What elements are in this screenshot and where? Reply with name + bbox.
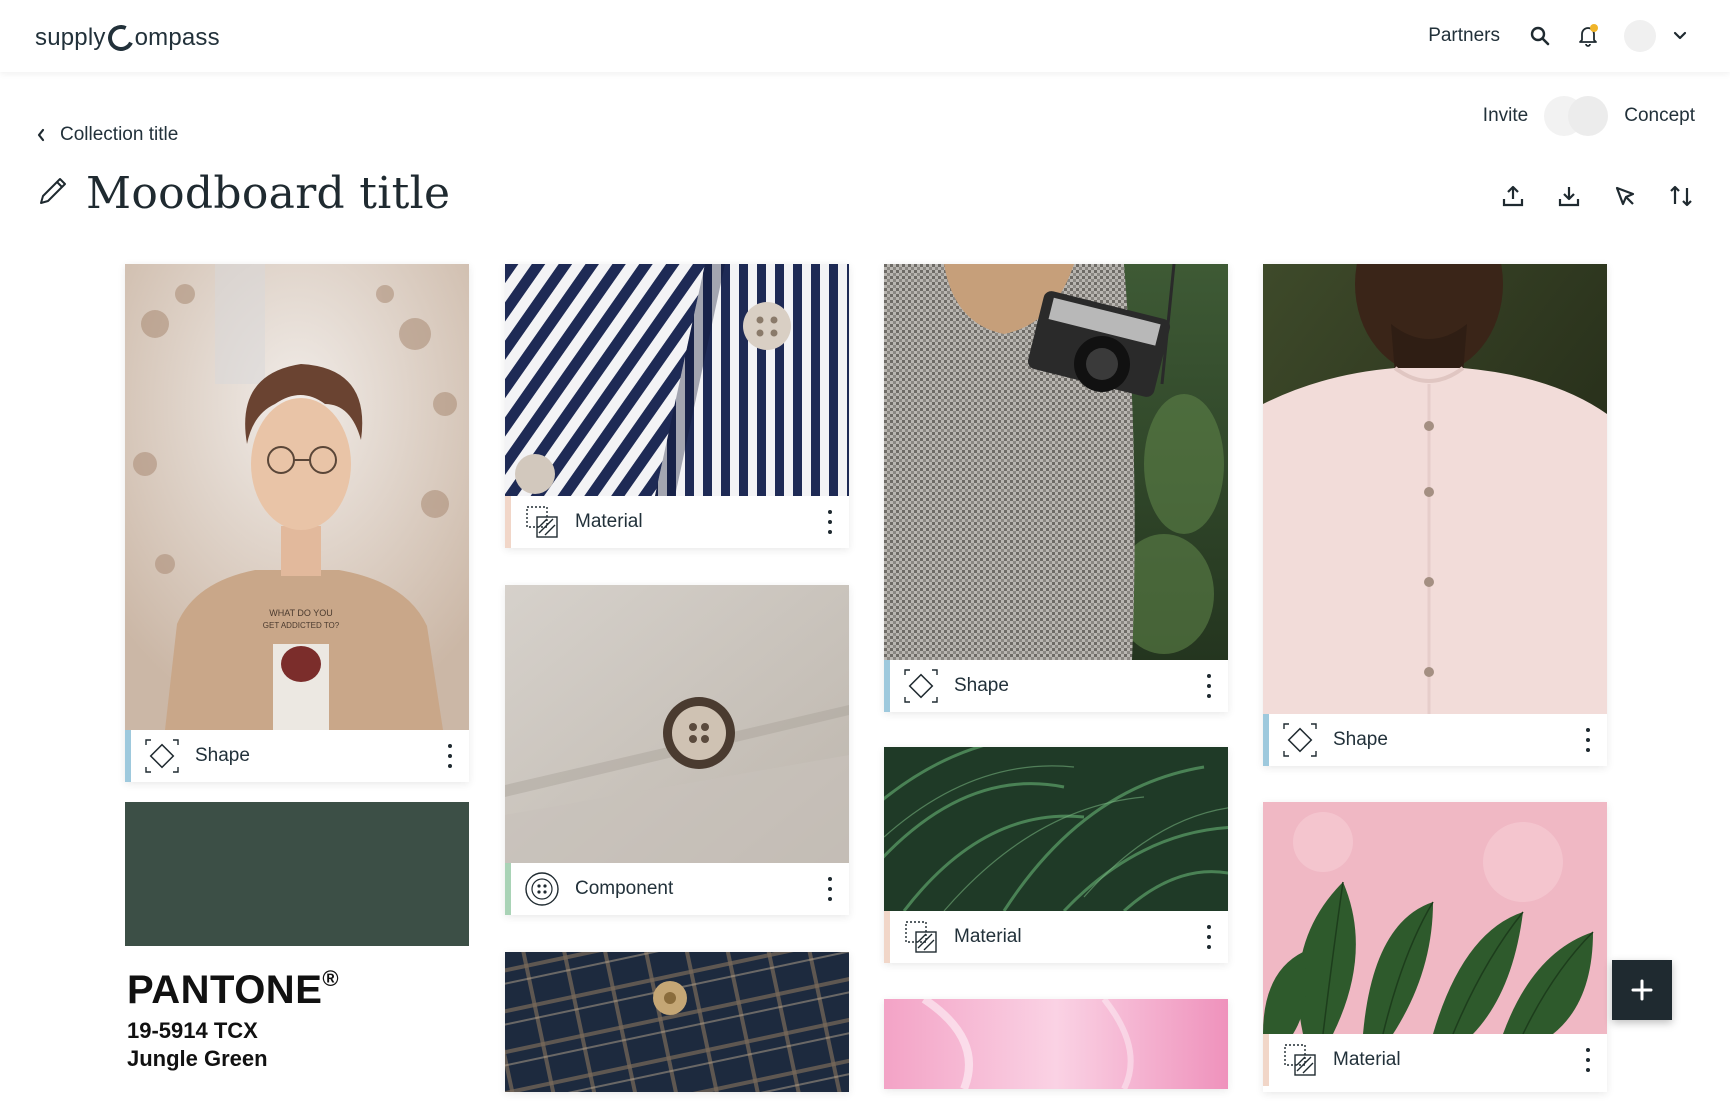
avatar[interactable] [1624,20,1656,52]
page-title[interactable]: Moodboard title [86,168,450,219]
moodboard-card-material-palm[interactable]: Material [884,747,1228,963]
card-type-accent [505,863,511,915]
search-icon[interactable] [1528,24,1552,48]
card-type-label: Material [575,511,643,532]
pantone-brand: PANTONE® [127,966,340,1012]
card-more-options-icon[interactable] [825,508,835,536]
title-row: Moodboard title [36,168,450,219]
material-icon [902,918,940,956]
card-type-label: Shape [954,675,1009,696]
partners-link[interactable]: Partners [1428,25,1500,47]
card-more-options-icon[interactable] [445,742,455,770]
cursor-select-icon[interactable] [1611,182,1639,210]
chevron-left-icon [37,128,45,142]
card-image-boy-tshirt[interactable]: WHAT DO YOU GET ADDICTED TO? [125,264,469,730]
shirt-print-line1: WHAT DO YOU [269,608,333,618]
card-type-accent [125,730,131,782]
shape-icon [143,737,181,775]
card-type-accent [505,496,511,548]
collaborator-avatars[interactable] [1544,96,1609,136]
pantone-name: Jungle Green [127,1046,268,1071]
moodboard-card-shape-camera[interactable]: Shape [884,264,1228,712]
pantone-swatch [125,802,469,946]
concept-button[interactable]: Concept [1624,105,1695,127]
moodboard-card-plaid[interactable] [505,952,849,1092]
card-image-plant-pink-wall[interactable] [1263,802,1607,1034]
moodboard-card-pink-latex[interactable] [884,999,1228,1089]
moodboard-card-component-button[interactable]: Component [505,585,849,915]
notification-dot [1590,24,1598,32]
card-type-label: Shape [195,745,250,766]
upload-icon[interactable] [1499,182,1527,210]
card-footer: Material [505,496,849,548]
card-type-accent [1263,1034,1269,1086]
moodboard-card-material-plant[interactable]: Material [1263,802,1607,1092]
card-image-pink-shirt[interactable] [1263,264,1607,714]
card-type-accent [884,911,890,963]
card-more-options-icon[interactable] [1583,1046,1593,1074]
card-footer: Shape [125,730,469,782]
card-image-button-fabric[interactable] [505,585,849,863]
card-footer: Material [1263,1034,1607,1086]
card-type-accent [1263,714,1269,766]
top-navigation-bar: supply ompass Partners [0,0,1730,72]
download-icon[interactable] [1555,182,1583,210]
logo-text-right: ompass [134,24,220,51]
moodboard-actions [1499,182,1695,210]
add-item-button[interactable] [1612,960,1672,1020]
logo-ring-icon [103,21,138,55]
supplycompass-logo[interactable]: supply ompass [35,20,220,56]
pantone-color-card[interactable]: PANTONE® 19-5914 TCX Jungle Green [125,802,469,1102]
invite-concept-controls: Invite Concept [1483,96,1695,136]
card-image-plaid-shirt[interactable] [505,952,849,1092]
shirt-print-line2: GET ADDICTED TO? [263,621,340,630]
material-icon [1281,1041,1319,1079]
card-type-label: Material [1333,1049,1401,1070]
card-footer: Shape [1263,714,1607,766]
shape-icon [902,667,940,705]
pencil-icon[interactable] [36,174,70,213]
card-more-options-icon[interactable] [1204,923,1214,951]
invite-button[interactable]: Invite [1483,105,1528,127]
card-more-options-icon[interactable] [1204,672,1214,700]
pantone-code: 19-5914 TCX [127,1018,258,1043]
top-nav-actions: Partners [1428,18,1692,54]
card-footer: Material [884,911,1228,963]
card-image-camera-trousers[interactable] [884,264,1228,660]
card-image-striped-shirt[interactable] [505,264,849,496]
moodboard-card-shape-pink-shirt[interactable]: Shape [1263,264,1607,766]
card-footer: Shape [884,660,1228,712]
card-footer: Component [505,863,849,915]
back-to-collection-link[interactable]: Collection title [36,124,178,146]
card-more-options-icon[interactable] [1583,726,1593,754]
shape-icon [1281,721,1319,759]
card-image-pink-latex[interactable] [884,999,1228,1089]
card-type-accent [884,660,890,712]
card-type-label: Shape [1333,729,1388,750]
card-more-options-icon[interactable] [825,875,835,903]
card-image-palm-leaves[interactable] [884,747,1228,911]
card-type-label: Component [575,878,674,899]
moodboard-card-material-stripes[interactable]: Material [505,264,849,548]
chevron-down-icon[interactable] [1668,24,1692,48]
sort-icon[interactable] [1667,182,1695,210]
logo-text-left: supply [35,24,106,51]
breadcrumb-label: Collection title [60,124,179,145]
moodboard-card-shape-portrait[interactable]: WHAT DO YOU GET ADDICTED TO? Shape [125,264,469,782]
plus-icon [1631,979,1653,1001]
card-type-label: Material [954,926,1022,947]
material-icon [523,503,561,541]
bell-icon[interactable] [1576,24,1600,48]
component-icon [523,870,561,908]
